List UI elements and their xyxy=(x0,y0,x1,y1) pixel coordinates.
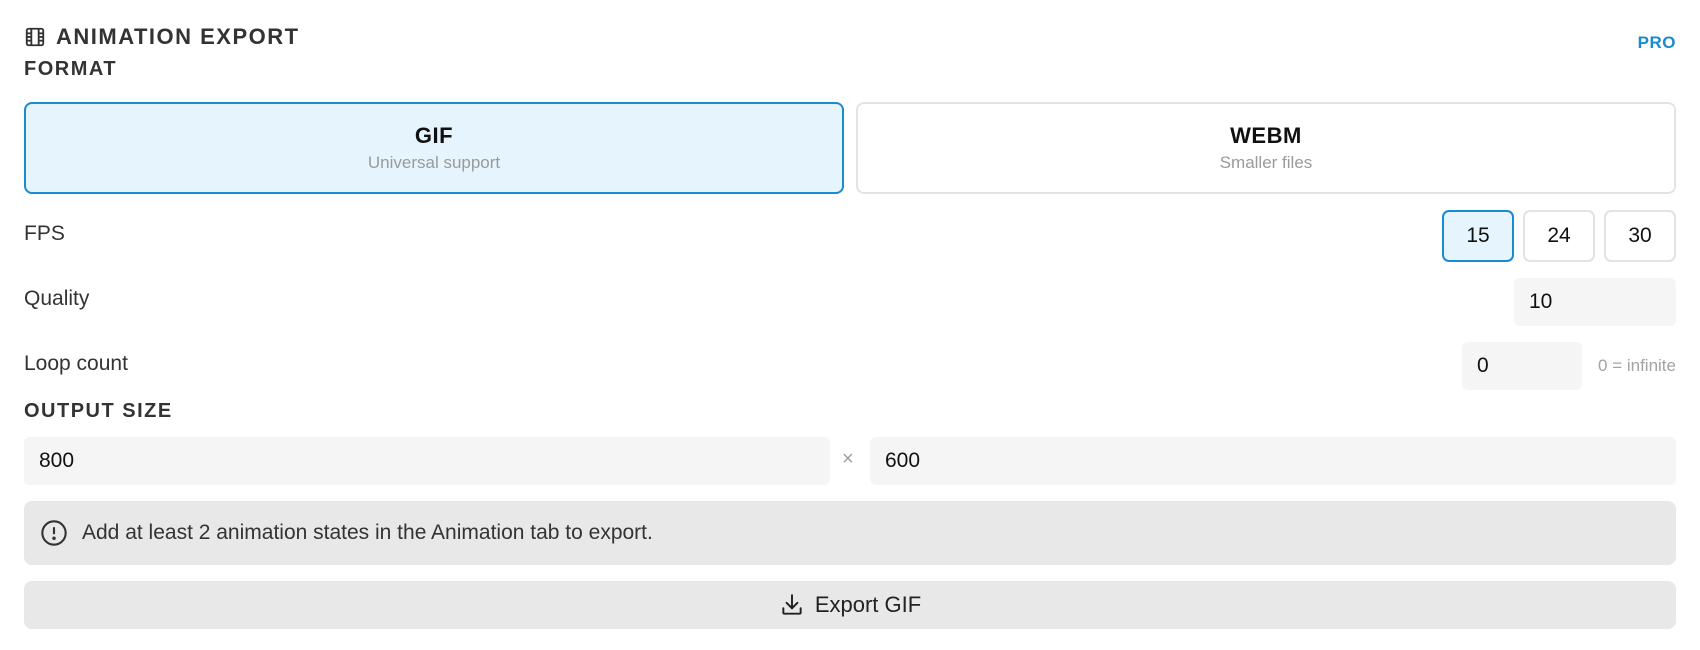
format-name: GIF xyxy=(414,123,454,148)
film-icon xyxy=(25,27,45,47)
panel-title-text: ANIMATION EXPORT xyxy=(56,24,300,49)
output-size-section-label: OUTPUT SIZE xyxy=(24,400,173,422)
loop-count-hint: 0 = infinite xyxy=(1598,356,1676,375)
panel-header: ANIMATION EXPORT PRO xyxy=(24,20,1676,56)
output-height-input[interactable] xyxy=(870,437,1676,485)
panel-title: ANIMATION EXPORT xyxy=(24,24,300,50)
loop-count-input[interactable] xyxy=(1462,342,1582,390)
format-option-webm[interactable]: WEBM Smaller files xyxy=(856,102,1676,194)
output-width-input[interactable] xyxy=(24,437,830,485)
format-description: Smaller files xyxy=(1219,153,1313,172)
quality-label: Quality xyxy=(24,287,90,310)
quality-input[interactable] xyxy=(1514,278,1676,326)
format-option-gif[interactable]: GIF Universal support xyxy=(24,102,844,194)
format-section-label: FORMAT xyxy=(24,58,118,80)
fps-label: FPS xyxy=(24,222,65,245)
notice-text: Add at least 2 animation states in the A… xyxy=(82,521,653,544)
fps-option-24[interactable]: 24 xyxy=(1523,210,1595,262)
pro-badge: PRO xyxy=(1637,33,1676,52)
export-button-label: Export GIF xyxy=(814,592,922,617)
export-notice: Add at least 2 animation states in the A… xyxy=(24,501,1676,565)
fps-option-30[interactable]: 30 xyxy=(1604,210,1676,262)
format-description: Universal support xyxy=(367,153,501,172)
fps-option-15[interactable]: 15 xyxy=(1442,210,1514,262)
export-button[interactable]: Export GIF xyxy=(24,581,1676,629)
format-selector: GIF Universal support WEBM Smaller files xyxy=(24,102,1676,194)
format-name: WEBM xyxy=(1230,123,1302,148)
size-separator: × xyxy=(842,448,854,470)
download-icon xyxy=(782,594,802,615)
alert-circle-icon xyxy=(41,520,67,546)
loop-count-label: Loop count xyxy=(24,352,128,375)
fps-selector: 15 24 30 xyxy=(1442,210,1676,262)
